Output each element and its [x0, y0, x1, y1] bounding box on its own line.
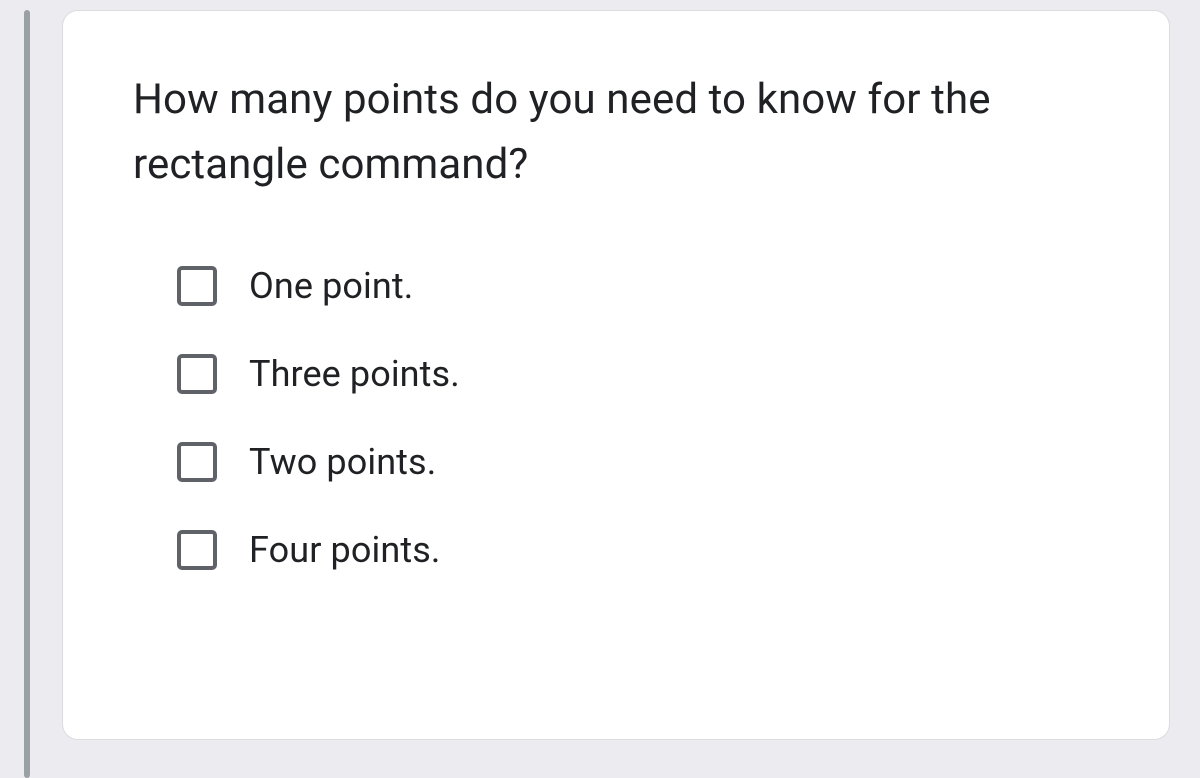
- checkbox-icon[interactable]: [177, 530, 217, 570]
- option-four-points[interactable]: Four points.: [177, 529, 1099, 571]
- side-accent-bar: [24, 10, 30, 778]
- options-list: One point. Three points. Two points. Fou…: [133, 265, 1099, 571]
- option-label: Four points.: [249, 529, 440, 571]
- option-three-points[interactable]: Three points.: [177, 353, 1099, 395]
- option-label: Three points.: [249, 353, 460, 395]
- option-label: Two points.: [249, 441, 436, 483]
- option-label: One point.: [249, 265, 413, 307]
- checkbox-icon[interactable]: [177, 442, 217, 482]
- checkbox-icon[interactable]: [177, 354, 217, 394]
- option-two-points[interactable]: Two points.: [177, 441, 1099, 483]
- question-card: How many points do you need to know for …: [62, 10, 1170, 740]
- question-text: How many points do you need to know for …: [133, 67, 1099, 197]
- checkbox-icon[interactable]: [177, 266, 217, 306]
- option-one-point[interactable]: One point.: [177, 265, 1099, 307]
